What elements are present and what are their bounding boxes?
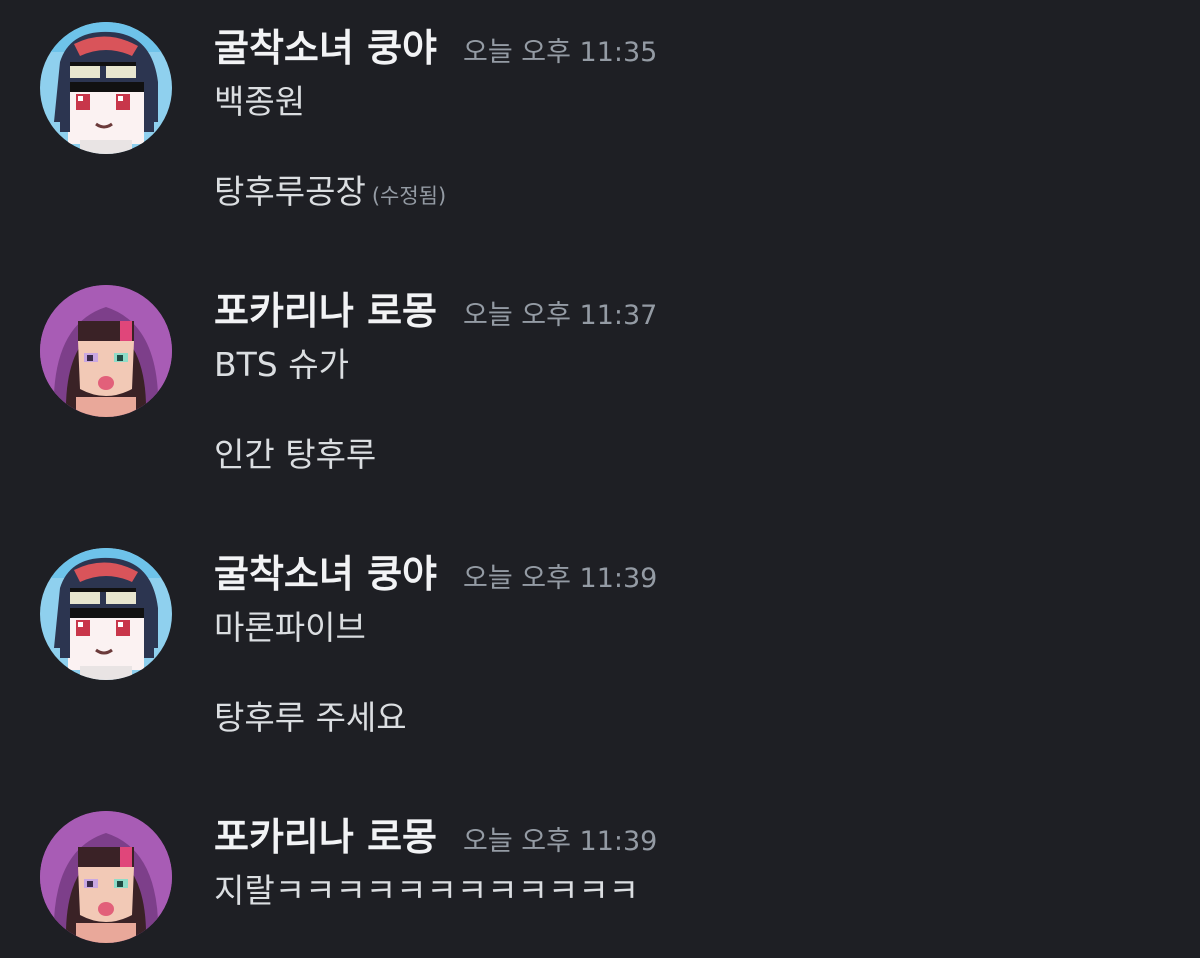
username[interactable]: 굴착소녀 쿵야 [214,22,437,74]
pixel-girl-sunglasses-avatar[interactable] [40,548,172,680]
hooded-girl-tongue-avatar[interactable] [40,285,172,417]
message-content: 탕후루 주세요 [214,698,407,737]
message-text: BTS 슈가 [214,343,349,387]
message-header: 굴착소녀 쿵야 오늘 오후 11:39 [214,548,657,600]
message-text: 탕후루공장 (수정됨) [214,170,446,218]
username[interactable]: 포카리나 로몽 [214,811,437,863]
message-content: 탕후루공장 [214,172,366,211]
timestamp[interactable]: 오늘 오후 11:37 [463,290,657,342]
message-content: BTS 슈가 [214,345,349,384]
message-header: 포카리나 로몽 오늘 오후 11:37 [214,285,657,337]
message-text: 지랄ㅋㅋㅋㅋㅋㅋㅋㅋㅋㅋㅋㅋ [214,869,639,913]
edited-label: (수정됨) [371,184,447,208]
message-content: 백종원 [214,82,306,121]
message-header: 포카리나 로몽 오늘 오후 11:39 [214,811,657,863]
message-text: 마론파이브 [214,606,366,650]
chat-message-list: 굴착소녀 쿵야 오늘 오후 11:35 백종원 탕후루공장 (수정됨) 포카리나… [0,0,1200,958]
username[interactable]: 굴착소녀 쿵야 [214,548,437,600]
message-header: 굴착소녀 쿵야 오늘 오후 11:35 [214,22,657,74]
message-content: 지랄ㅋㅋㅋㅋㅋㅋㅋㅋㅋㅋㅋㅋ [214,871,640,910]
timestamp[interactable]: 오늘 오후 11:39 [463,816,657,868]
username[interactable]: 포카리나 로몽 [214,285,437,337]
message-content: 마론파이브 [214,608,366,647]
hooded-girl-tongue-avatar[interactable] [40,811,172,943]
timestamp[interactable]: 오늘 오후 11:35 [463,27,657,79]
message-text: 탕후루 주세요 [214,696,407,740]
pixel-girl-sunglasses-avatar[interactable] [40,22,172,154]
message-text: 인간 탕후루 [214,433,376,477]
message-content: 인간 탕후루 [214,435,377,474]
timestamp[interactable]: 오늘 오후 11:39 [463,553,657,605]
message-text: 백종원 [214,80,305,124]
